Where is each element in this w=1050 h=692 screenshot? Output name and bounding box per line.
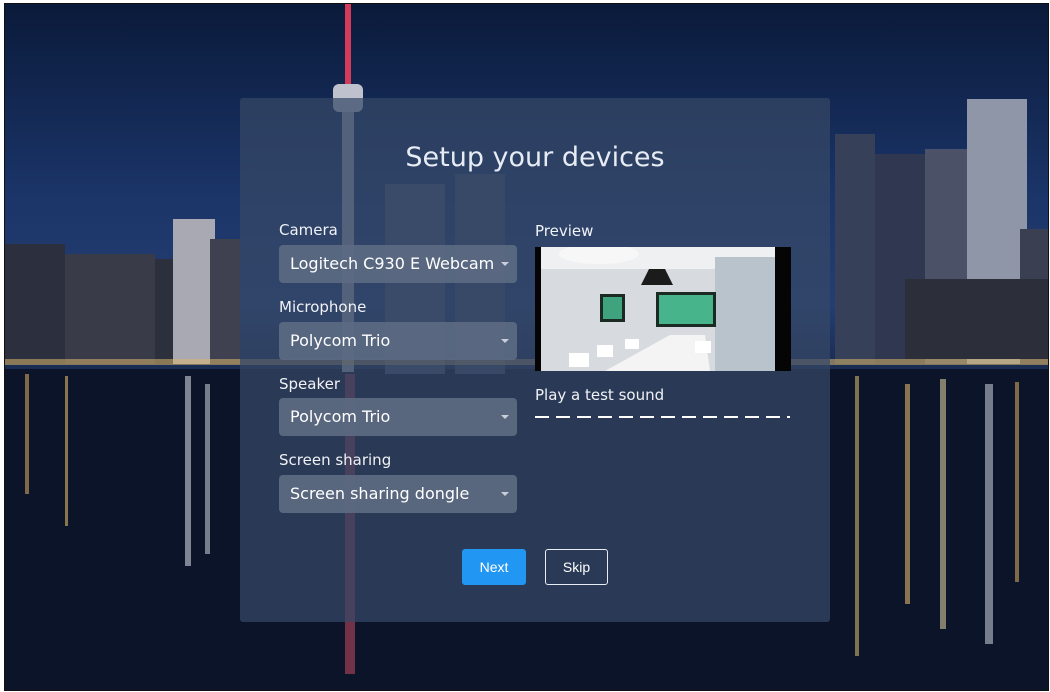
speaker-select[interactable]: Polycom Trio — [279, 398, 517, 436]
camera-select[interactable]: Logitech C930 E Webcam — [279, 245, 517, 283]
skip-button[interactable]: Skip — [545, 549, 608, 585]
screen-sharing-select[interactable]: Screen sharing dongle — [279, 475, 517, 513]
desktop-background: Setup your devices Camera Logitech C930 … — [4, 3, 1049, 691]
test-sound-meter — [535, 416, 790, 418]
camera-select-value: Logitech C930 E Webcam — [290, 254, 495, 273]
test-sound-label[interactable]: Play a test sound — [535, 386, 664, 404]
microphone-select[interactable]: Polycom Trio — [279, 322, 517, 360]
chevron-down-icon — [501, 339, 509, 343]
chevron-down-icon — [501, 262, 509, 266]
screen-sharing-select-value: Screen sharing dongle — [290, 484, 470, 503]
next-button[interactable]: Next — [462, 549, 526, 585]
chevron-down-icon — [501, 492, 509, 496]
dialog-title: Setup your devices — [405, 142, 665, 173]
conference-room-preview-image — [535, 247, 791, 371]
screen-sharing-label: Screen sharing — [279, 451, 392, 469]
chevron-down-icon — [501, 415, 509, 419]
speaker-label: Speaker — [279, 375, 341, 393]
camera-label: Camera — [279, 221, 338, 239]
device-setup-dialog: Setup your devices Camera Logitech C930 … — [240, 98, 830, 622]
microphone-label: Microphone — [279, 298, 367, 316]
preview-label: Preview — [535, 222, 594, 240]
speaker-select-value: Polycom Trio — [290, 407, 391, 426]
camera-preview — [535, 247, 791, 371]
microphone-select-value: Polycom Trio — [290, 331, 391, 350]
